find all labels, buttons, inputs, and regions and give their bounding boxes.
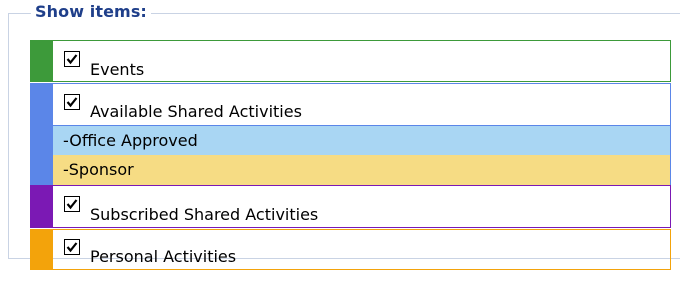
available-label: Available Shared Activities — [90, 102, 302, 121]
personal-checkbox[interactable] — [64, 239, 80, 255]
events-checkbox[interactable] — [64, 51, 80, 67]
show-items-legend: Show items: — [31, 2, 151, 21]
checkmark-icon — [66, 242, 78, 253]
events-color-bar — [30, 40, 52, 82]
checkmark-icon — [66, 97, 78, 108]
office-approved-label: -Office Approved — [63, 131, 198, 150]
personal-color-bar — [30, 229, 52, 270]
available-color-bar — [30, 83, 52, 185]
events-row — [52, 40, 671, 82]
personal-label: Personal Activities — [90, 247, 237, 266]
available-checkbox[interactable] — [64, 94, 80, 110]
events-label: Events — [90, 60, 145, 79]
checkmark-icon — [66, 199, 78, 210]
sponsor-row: -Sponsor — [52, 155, 671, 185]
subscribed-checkbox[interactable] — [64, 196, 80, 212]
subscribed-label: Subscribed Shared Activities — [90, 205, 319, 224]
sponsor-label: -Sponsor — [63, 160, 134, 179]
subscribed-color-bar — [30, 185, 52, 228]
office-approved-row: -Office Approved — [52, 125, 671, 155]
checkmark-icon — [66, 54, 78, 65]
